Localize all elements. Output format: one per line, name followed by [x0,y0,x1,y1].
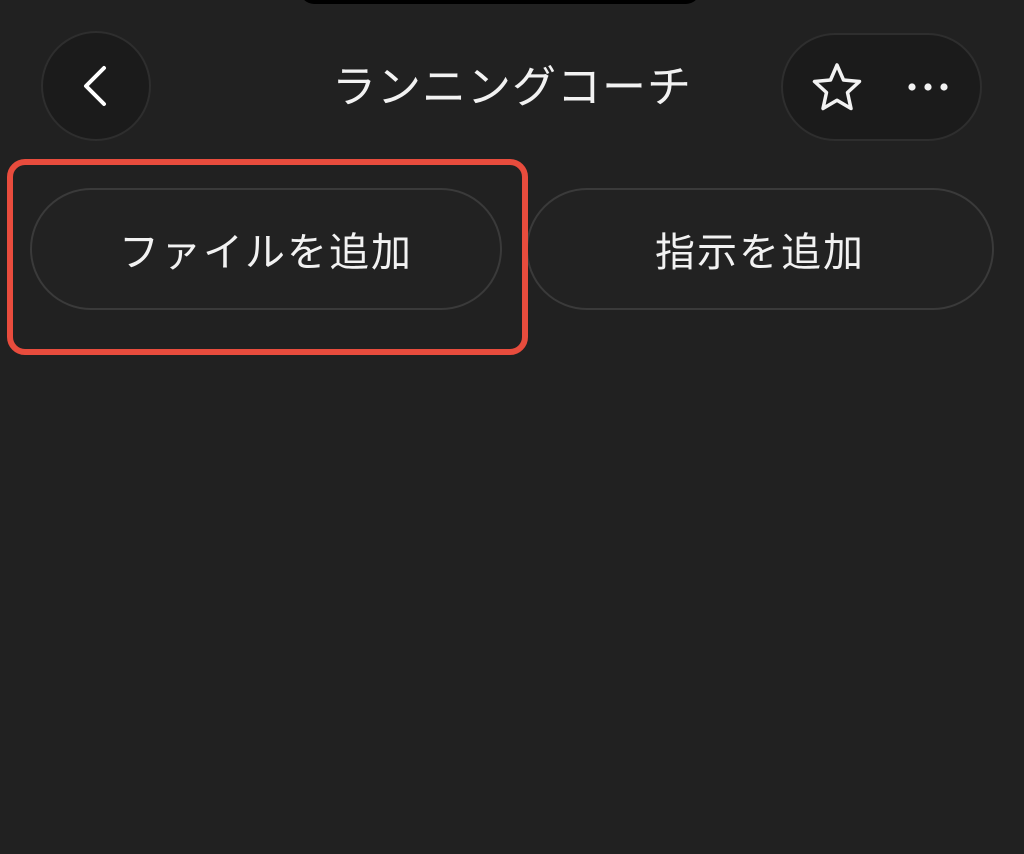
more-horizontal-icon [908,83,948,91]
back-button[interactable] [41,31,151,141]
page-title: ランニングコーチ [332,62,692,113]
favorite-button[interactable] [805,55,869,119]
more-options-button[interactable] [895,55,961,119]
device-notch [300,0,700,4]
star-icon [812,63,862,111]
add-file-button[interactable]: ファイルを追加 [30,188,502,310]
chevron-left-icon [84,66,106,106]
add-instruction-button[interactable]: 指示を追加 [526,188,994,310]
app-screen: ランニングコーチ ファイルを追加 指示を追加 [0,0,1024,854]
header-actions [781,33,982,141]
